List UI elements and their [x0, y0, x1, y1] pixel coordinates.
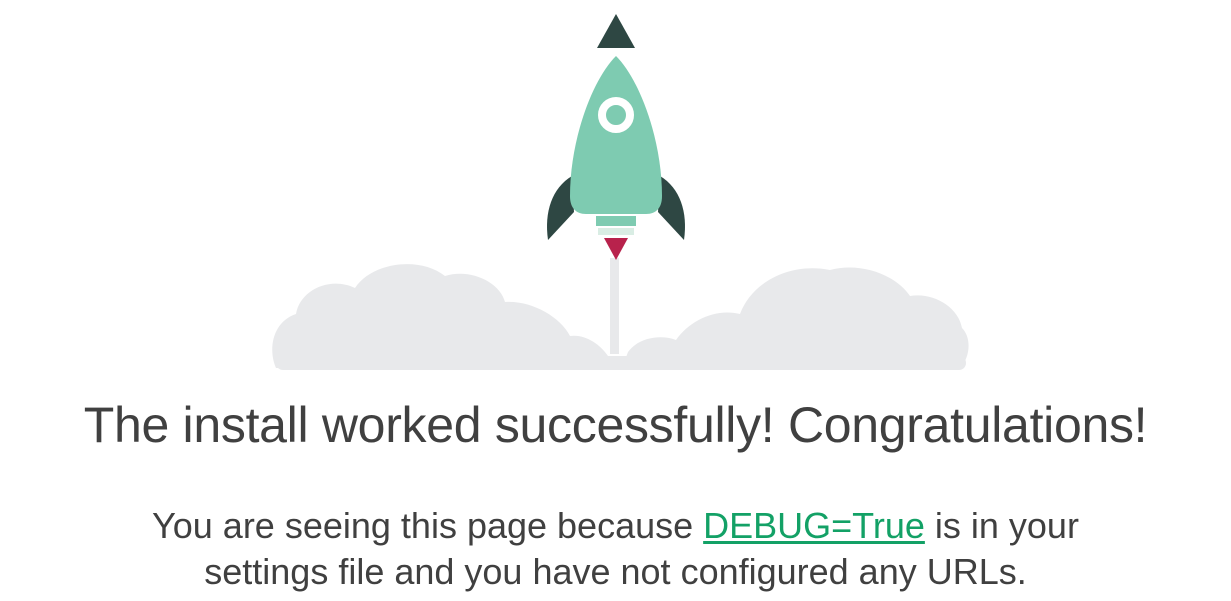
- debug-true-link[interactable]: DEBUG=True: [703, 505, 925, 546]
- message-text-after-link: is in your: [924, 505, 1079, 546]
- rocket-flame: [604, 238, 628, 260]
- success-headline: The install worked successfully! Congrat…: [83, 397, 1148, 453]
- clouds-graphic: [272, 264, 969, 370]
- rocket-launch-illustration: [272, 14, 969, 370]
- rocket-icon: [547, 14, 685, 260]
- debug-explanation: You are seeing this page because DEBUG=T…: [0, 503, 1231, 595]
- message-text-before-link: You are seeing this page because: [152, 505, 704, 546]
- install-success-page: The install worked successfully! Congrat…: [0, 0, 1231, 601]
- message-second-line: settings file and you have not configure…: [204, 551, 1027, 592]
- exhaust-trail: [610, 258, 619, 354]
